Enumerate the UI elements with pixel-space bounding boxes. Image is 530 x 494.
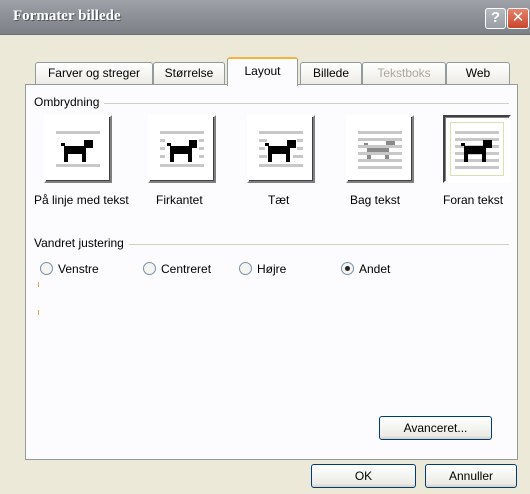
title-bar: Formater billede ? ✕	[0, 0, 530, 35]
wrap-tight-label[interactable]: Tæt	[268, 193, 289, 207]
ok-button[interactable]: OK	[311, 464, 416, 488]
wrap-in-front-of-text-label[interactable]: Foran tekst	[443, 193, 503, 207]
tab-farver-og-streger[interactable]: Farver og streger	[35, 62, 153, 84]
wrap-inline-label[interactable]: På linje med tekst	[34, 193, 129, 207]
help-button[interactable]: ?	[485, 8, 506, 29]
wrap-behind-text-button[interactable]	[346, 115, 414, 183]
dog-inline-icon	[52, 123, 104, 175]
radio-centreret[interactable]: Centreret	[143, 262, 211, 276]
radio-centreret-dot[interactable]	[143, 262, 156, 275]
hidden-control-marker	[38, 282, 39, 287]
tab-billede[interactable]: Billede	[300, 62, 362, 84]
wrap-in-front-of-text-button[interactable]	[443, 115, 511, 183]
tab-stoerrelse[interactable]: Størrelse	[153, 62, 225, 84]
tab-tekstboks: Tekstboks	[362, 62, 446, 84]
radio-venstre-dot[interactable]	[40, 262, 53, 275]
wrap-inline-button[interactable]	[44, 115, 112, 183]
tab-layout[interactable]: Layout	[227, 57, 298, 86]
window-title: Formater billede	[13, 8, 121, 24]
radio-hoejre[interactable]: Højre	[239, 262, 286, 276]
wrap-behind-text-label[interactable]: Bag tekst	[350, 193, 400, 207]
dog-in-front-of-text-icon	[450, 122, 504, 176]
radio-hoejre-label: Højre	[257, 262, 287, 276]
tab-web[interactable]: Web	[446, 62, 510, 84]
layout-panel: Ombrydning På linje med tekst Firkantet …	[25, 84, 518, 460]
radio-centreret-label: Centreret	[161, 262, 212, 276]
advanced-button[interactable]: Avanceret...	[379, 416, 492, 440]
close-button[interactable]: ✕	[507, 8, 529, 29]
radio-venstre-label: Venstre	[58, 262, 99, 276]
radio-venstre[interactable]: Venstre	[40, 262, 99, 276]
dog-tight-icon	[255, 123, 307, 175]
dog-square-icon	[156, 123, 208, 175]
radio-andet-label: Andet	[359, 262, 391, 276]
cancel-button[interactable]: Annuller	[425, 464, 517, 488]
wrapping-group-label: Ombrydning	[34, 95, 105, 109]
radio-hoejre-dot[interactable]	[239, 262, 252, 275]
hidden-control-marker	[38, 310, 39, 315]
dog-behind-text-icon	[354, 123, 406, 175]
wrap-square-label[interactable]: Firkantet	[156, 193, 203, 207]
wrap-tight-button[interactable]	[247, 115, 315, 183]
wrapping-divider	[34, 103, 509, 104]
wrap-square-button[interactable]	[148, 115, 216, 183]
radio-andet[interactable]: Andet	[341, 262, 390, 276]
radio-andet-dot[interactable]	[341, 262, 354, 275]
alignment-group-label: Vandret justering	[34, 236, 129, 250]
